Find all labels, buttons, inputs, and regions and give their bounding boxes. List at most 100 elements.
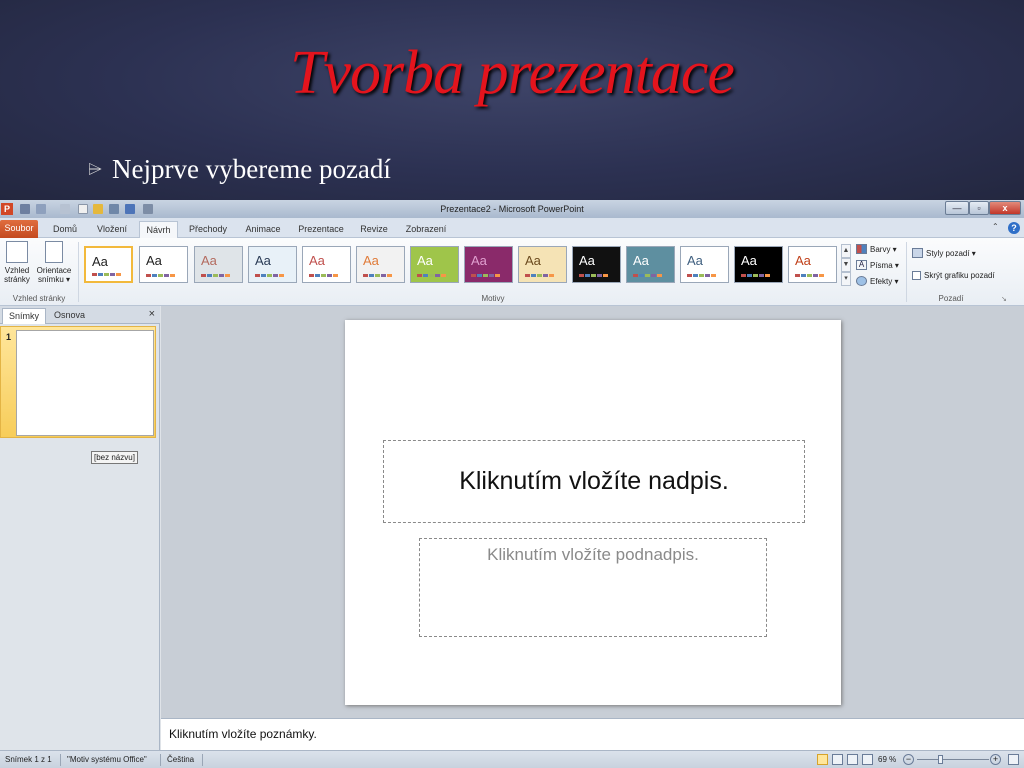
theme-thumbnail[interactable]: Aa	[464, 246, 513, 283]
reading-view-icon[interactable]	[847, 754, 858, 765]
gallery-up-icon[interactable]: ▲	[841, 244, 851, 258]
theme-thumbnail[interactable]: Aa	[356, 246, 405, 283]
group-label-themes: Motivy	[481, 294, 505, 303]
theme-thumbnail[interactable]: Aa	[248, 246, 297, 283]
themes-scroll: ▲ ▼ ▾	[841, 244, 851, 288]
slide-thumbnail[interactable]	[16, 330, 154, 436]
status-separator	[202, 754, 203, 766]
zoom-in-button[interactable]: +	[990, 754, 1001, 765]
slideshow-view-icon[interactable]	[862, 754, 873, 765]
theme-sample-text: Aa	[525, 253, 541, 268]
minimize-button[interactable]: —	[945, 201, 969, 215]
theme-color-swatches	[201, 274, 230, 277]
fonts-button[interactable]: A Písma ▾	[856, 260, 899, 270]
slide-thumbnail-item[interactable]: 1	[0, 326, 156, 438]
tab-slideshow[interactable]: Prezentace	[294, 221, 348, 238]
tab-transitions[interactable]: Přechody	[184, 221, 232, 238]
tab-slides[interactable]: Snímky	[2, 308, 47, 324]
slide-sorter-icon[interactable]	[832, 754, 843, 765]
theme-sample-text: Aa	[471, 253, 487, 268]
title-placeholder[interactable]: Kliknutím vložíte nadpis.	[383, 440, 805, 523]
theme-color-swatches	[687, 274, 716, 277]
zoom-out-button[interactable]: −	[903, 754, 914, 765]
theme-color-swatches	[579, 274, 608, 277]
tab-design[interactable]: Návrh	[139, 221, 178, 238]
notes-pane[interactable]: Kliknutím vložíte poznámky.	[161, 718, 1024, 750]
theme-color-swatches	[417, 274, 446, 277]
language[interactable]: Čeština	[167, 755, 194, 764]
close-pane-icon[interactable]: ×	[149, 308, 155, 320]
colors-button[interactable]: Barvy ▾	[856, 244, 897, 254]
zoom-level[interactable]: 69 %	[878, 755, 896, 764]
theme-sample-text: Aa	[417, 253, 433, 268]
fit-slide-icon[interactable]	[1008, 754, 1019, 765]
theme-thumbnail[interactable]: Aa	[139, 246, 188, 283]
restore-button[interactable]: ▫	[969, 201, 989, 215]
theme-thumbnail[interactable]: Aa	[302, 246, 351, 283]
zoom-slider-thumb[interactable]	[938, 755, 943, 764]
theme-thumbnail[interactable]: Aa	[518, 246, 567, 283]
theme-thumbnail[interactable]: Aa	[626, 246, 675, 283]
close-button[interactable]: x	[989, 201, 1021, 215]
theme-thumbnail[interactable]: Aa	[572, 246, 621, 283]
collapse-ribbon-icon[interactable]: ⌃	[992, 222, 1002, 232]
theme-sample-text: Aa	[687, 253, 703, 268]
theme-color-swatches	[471, 274, 500, 277]
theme-sample-text: Aa	[146, 253, 162, 268]
status-bar: Snímek 1 z 1 "Motiv systému Office" Češt…	[0, 750, 1024, 768]
notes-placeholder[interactable]: Kliknutím vložíte poznámky.	[169, 727, 317, 741]
theme-color-swatches	[255, 274, 284, 277]
theme-sample-text: Aa	[795, 253, 811, 268]
theme-sample-text: Aa	[363, 253, 379, 268]
tab-view[interactable]: Zobrazení	[400, 221, 452, 238]
theme-thumbnail[interactable]: Aa	[194, 246, 243, 283]
tab-outline[interactable]: Osnova	[48, 308, 91, 324]
tab-home[interactable]: Domů	[46, 221, 84, 238]
gallery-down-icon[interactable]: ▼	[841, 258, 851, 272]
normal-view-icon[interactable]	[817, 754, 828, 765]
theme-thumbnail[interactable]: Aa	[410, 246, 459, 283]
theme-thumbnail[interactable]: Aa	[734, 246, 783, 283]
pane-tabs: Snímky Osnova ×	[0, 306, 160, 324]
tab-review[interactable]: Revize	[356, 221, 392, 238]
status-separator	[60, 754, 61, 766]
group-label-background: Pozadí	[938, 294, 964, 303]
zoom-slider[interactable]	[917, 759, 989, 760]
theme-color-swatches	[363, 274, 392, 277]
subtitle-placeholder[interactable]: Kliknutím vložíte podnadpis.	[419, 538, 767, 637]
group-separator	[906, 242, 907, 302]
tab-animations[interactable]: Animace	[239, 221, 287, 238]
theme-color-swatches	[525, 274, 554, 277]
checkbox-icon	[912, 271, 921, 280]
slide-number: 1	[6, 332, 12, 342]
theme-name[interactable]: "Motiv systému Office"	[67, 755, 147, 764]
hide-background-graphics-checkbox[interactable]: Skrýt grafiku pozadí	[912, 271, 995, 280]
theme-sample-text: Aa	[309, 253, 325, 268]
background-styles-button[interactable]: Styly pozadí ▾	[912, 248, 976, 258]
tab-insert[interactable]: Vložení	[90, 221, 134, 238]
status-separator	[160, 754, 161, 766]
theme-sample-text: Aa	[201, 253, 217, 268]
theme-color-swatches	[741, 274, 770, 277]
page-setup-button[interactable]: Vzhled stránky	[2, 241, 32, 284]
theme-thumbnail[interactable]: Aa	[84, 246, 133, 283]
gallery-more-icon[interactable]: ▾	[841, 272, 851, 286]
slide-canvas[interactable]: Kliknutím vložíte nadpis. Kliknutím vlož…	[345, 320, 841, 705]
colors-icon	[856, 244, 867, 254]
theme-sample-text: Aa	[92, 254, 108, 269]
group-separator	[78, 242, 79, 302]
slide-background: Tvorba prezentace ⌲ Nejprve vybereme poz…	[0, 0, 1024, 200]
slide-bullet-text: Nejprve vybereme pozadí	[112, 154, 391, 184]
dialog-launcher-icon[interactable]: ↘	[1001, 295, 1007, 303]
orientation-icon	[45, 241, 63, 263]
slide-orientation-button[interactable]: Orientace snímku ▾	[33, 241, 75, 284]
theme-color-swatches	[309, 274, 338, 277]
help-icon[interactable]: ?	[1008, 222, 1020, 234]
fonts-icon: A	[856, 260, 867, 270]
ribbon: Vzhled stránky Orientace snímku ▾ Vzhled…	[0, 238, 1024, 306]
theme-thumbnail[interactable]: Aa	[788, 246, 837, 283]
theme-thumbnail[interactable]: Aa	[680, 246, 729, 283]
title-bar: P Prezentace2 - Microsoft PowerPoint — ▫…	[0, 200, 1024, 218]
effects-button[interactable]: Efekty ▾	[856, 276, 898, 286]
tab-file[interactable]: Soubor	[0, 220, 38, 238]
